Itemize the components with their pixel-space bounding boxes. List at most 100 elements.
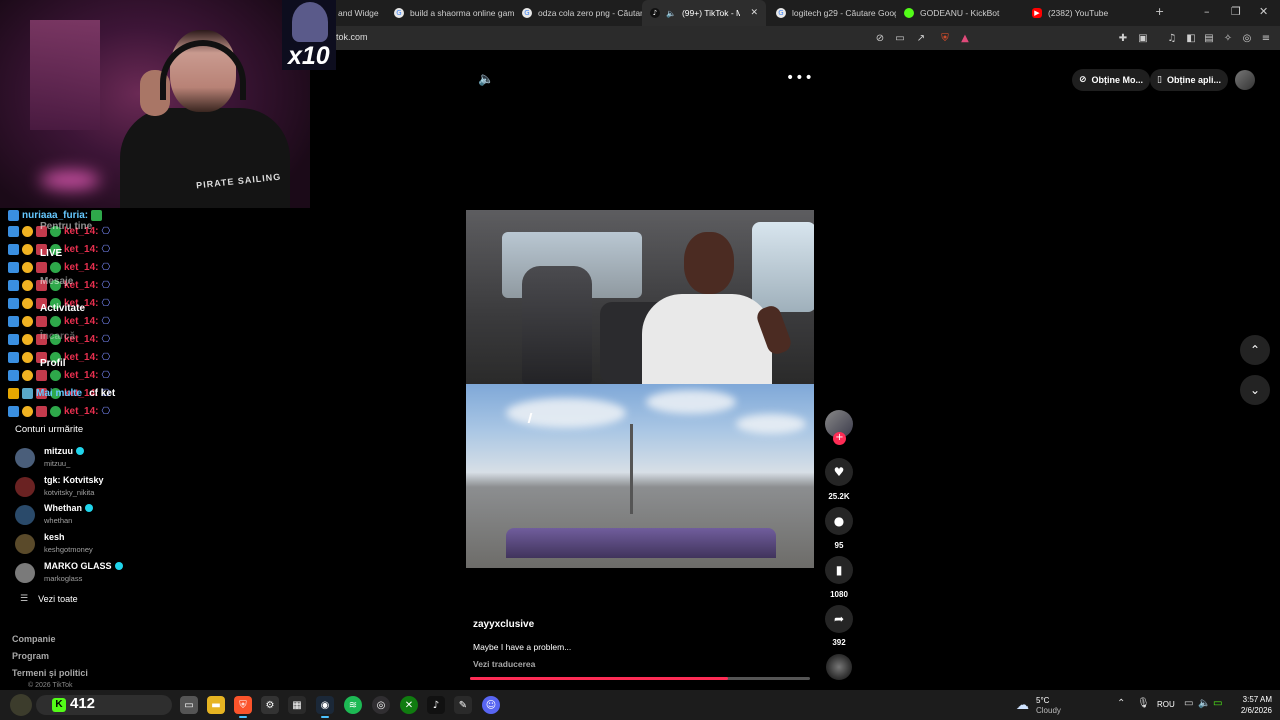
avatar (15, 505, 35, 526)
minimize-icon[interactable]: – (1204, 5, 1210, 18)
verified-badge-icon (50, 405, 61, 417)
tab-youtube[interactable]: ▶ (2382) YouTube (1024, 0, 1144, 26)
clock-time[interactable]: 3:57 AM (1226, 695, 1272, 704)
more-options-icon[interactable]: ••• (786, 70, 814, 86)
get-coins-button[interactable]: ⊘ Obține Mo... (1072, 69, 1151, 91)
language-indicator[interactable]: ROU (1157, 700, 1175, 709)
car-seat (522, 266, 592, 384)
video-progress-bar[interactable] (470, 677, 810, 680)
obs-icon[interactable]: ◎ (372, 696, 390, 714)
steam-icon[interactable]: ◉ (316, 696, 334, 718)
volume-icon[interactable]: 🔈 (478, 72, 494, 87)
chevron-up-icon[interactable]: ⌃ (1117, 698, 1125, 709)
emote-icon: ⎔ (101, 243, 111, 255)
tab-logitech-search[interactable]: G logitech g29 - Căutare Goog (768, 0, 896, 26)
tab-label: build a shaorma online game (410, 8, 514, 18)
close-window-icon[interactable]: ✕ (1259, 5, 1268, 18)
tab-shaorma-search[interactable]: G build a shaorma online game (386, 0, 514, 26)
extensions-icon[interactable]: ✚ (1115, 30, 1131, 46)
bookmark-button[interactable]: ▮ (825, 556, 853, 584)
kickbot-icon (904, 8, 914, 18)
comment-button[interactable]: ● (825, 507, 853, 535)
following-account[interactable]: Whethan whethan (15, 503, 215, 531)
close-tab-icon[interactable]: ✕ (750, 8, 758, 18)
spotify-icon[interactable]: ≋ (344, 696, 362, 714)
wallet-icon[interactable]: ▣ (1135, 30, 1151, 46)
ghost-nav-upload[interactable]: Încarcă (40, 331, 75, 342)
brave-shield-icon[interactable]: ⛨ (937, 30, 953, 46)
restore-icon[interactable]: ❐ (1231, 5, 1241, 18)
subscriber-badge-icon (22, 387, 33, 399)
next-video-button[interactable]: ⌄ (1240, 375, 1270, 405)
follow-plus-icon[interactable]: + (833, 432, 846, 445)
ghost-nav-profile[interactable]: Profil (40, 358, 66, 369)
brave-browser-icon[interactable]: ⛨ (234, 696, 252, 718)
see-translation-link[interactable]: Vezi traducerea (473, 659, 535, 669)
list-icon: ☰ (20, 594, 29, 604)
following-account[interactable]: tgk: Kotvitsky kotvitsky_nikita (15, 475, 215, 503)
new-tab-button[interactable]: + (1155, 5, 1164, 18)
tab-widgets[interactable]: and Widge (330, 0, 386, 26)
settings-gear-icon[interactable]: ⚙ (261, 696, 279, 714)
battery-icon[interactable]: ▭ (1213, 698, 1222, 709)
tiktok-app-icon[interactable]: ♪ (427, 696, 445, 714)
clock-date[interactable]: 2/6/2026 (1226, 706, 1272, 715)
display-icon[interactable]: ▭ (1184, 698, 1193, 709)
wallet-alt-icon[interactable]: ▤ (1201, 30, 1217, 46)
gift-badge-icon (36, 405, 47, 417)
media-icon[interactable]: ♫ (1164, 30, 1180, 46)
footer-link-company[interactable]: Companie (12, 634, 56, 644)
volume-tray-icon[interactable]: 🔈 (1198, 698, 1210, 709)
weather-description[interactable]: Cloudy (1036, 706, 1061, 715)
video-author[interactable]: zayyxclusive (473, 619, 534, 630)
brave-rewards-icon[interactable]: ▲ (957, 30, 973, 46)
weather-temperature[interactable]: 5°C (1036, 696, 1049, 705)
tab-kickbot[interactable]: GODEANU - KickBot (896, 0, 1024, 26)
sidebar-toggle-icon[interactable]: ◧ (1183, 30, 1199, 46)
tab-cola-search[interactable]: G odza cola zero png - Căutar (514, 0, 642, 26)
see-all-button[interactable]: ☰ Vezi toate (20, 594, 78, 604)
profile-avatar[interactable] (1235, 70, 1255, 90)
subscriber-badge-icon (8, 279, 19, 291)
share-button[interactable]: ➦ (825, 605, 853, 633)
menu-icon[interactable]: ≡ (1258, 30, 1274, 46)
gift-badge-icon (36, 315, 47, 327)
speaker-icon[interactable]: 🔈 (666, 9, 676, 18)
video-player[interactable] (466, 210, 814, 568)
bits-badge-icon (22, 225, 33, 237)
comment-count: 95 (834, 541, 844, 550)
cast-icon[interactable]: ▭ (892, 30, 908, 46)
following-account[interactable]: MARKO GLASS markoglass (15, 561, 215, 589)
store-icon[interactable]: ▦ (288, 696, 306, 714)
mute-site-icon[interactable]: ⊘ (872, 30, 888, 46)
xbox-icon[interactable]: ✕ (400, 696, 418, 714)
account-handle: kotvitsky_nikita (44, 487, 95, 497)
file-explorer-icon[interactable]: ▬ (207, 696, 225, 714)
like-button[interactable]: ♥ (825, 458, 853, 486)
following-account[interactable]: kesh keshgotmoney (15, 532, 215, 560)
task-view-icon[interactable]: ▭ (180, 696, 198, 714)
ghost-nav-messages[interactable]: Mesaje (40, 276, 73, 287)
account-name-text: MARKO GLASS (44, 560, 112, 571)
music-disc-icon[interactable] (826, 654, 852, 680)
ghost-nav-for-you[interactable]: Pentru tine (40, 221, 92, 232)
share-arrow-icon: ➦ (833, 612, 845, 626)
url-field[interactable]: tok.com (336, 32, 368, 42)
discord-icon[interactable]: ☺ (482, 696, 500, 714)
get-app-button[interactable]: ▯ Obține apli... (1150, 69, 1228, 91)
microphone-icon[interactable]: 🎙 (1137, 698, 1150, 709)
ghost-nav-live[interactable]: LIVE (40, 248, 62, 259)
verified-badge-icon (50, 261, 61, 273)
footer-link-terms[interactable]: Termeni și politici (12, 668, 88, 678)
leo-ai-icon[interactable]: ✧ (1220, 30, 1236, 46)
account-handle: mitzuu_ (44, 459, 71, 468)
footer-link-program[interactable]: Program (12, 651, 49, 661)
vpn-icon[interactable]: ◎ (1239, 30, 1255, 46)
video-progress-fill (470, 677, 729, 680)
tab-tiktok[interactable]: ♪ 🔈 (99+) TikTok - Make Y ✕ (642, 0, 766, 26)
pen-app-icon[interactable]: ✎ (454, 696, 472, 714)
previous-video-button[interactable]: ⌃ (1240, 335, 1270, 365)
ghost-nav-activity[interactable]: Activitate (40, 303, 85, 314)
following-account[interactable]: mitzuu mitzuu_ (15, 446, 215, 474)
share-icon[interactable]: ↗ (913, 30, 929, 46)
